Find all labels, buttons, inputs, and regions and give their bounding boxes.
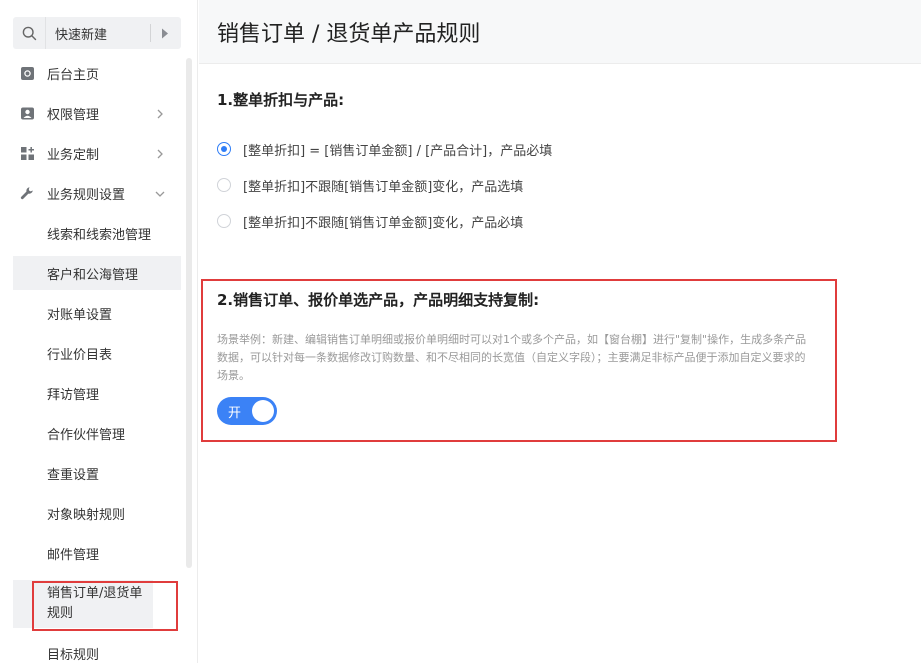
sidebar-item-customization[interactable]: 业务定制 [0, 136, 181, 170]
main-content: 销售订单 / 退货单产品规则 1.整单折扣与产品: [整单折扣] = [销售订单… [199, 0, 921, 663]
sidebar-scrollbar[interactable] [186, 58, 192, 568]
sidebar-sub-item-visits[interactable]: 拜访管理 [13, 376, 181, 410]
sidebar-item-permissions[interactable]: 权限管理 [0, 96, 181, 130]
option-label: [整单折扣] = [销售订单金额] / [产品合计]，产品必填 [243, 143, 553, 159]
radio-button-checked[interactable] [217, 142, 231, 156]
quick-create-bar: 快速新建 [13, 17, 181, 49]
quick-create-button[interactable]: 快速新建 [46, 24, 150, 43]
play-arrow-icon[interactable] [159, 17, 171, 49]
radio-button[interactable] [217, 178, 231, 192]
user-card-icon [20, 106, 35, 121]
page-title: 销售订单 / 退货单产品规则 [217, 21, 481, 47]
highlight-box-sidebar [32, 581, 178, 631]
discount-option-1[interactable]: [整单折扣] = [销售订单金额] / [产品合计]，产品必填 [217, 139, 552, 159]
discount-option-3[interactable]: [整单折扣]不跟随[销售订单金额]变化，产品必填 [217, 211, 523, 231]
toggle-knob [252, 400, 274, 422]
chevron-right-icon [155, 148, 165, 159]
sidebar-item-home[interactable]: 后台主页 [0, 56, 181, 90]
radio-button[interactable] [217, 214, 231, 228]
sidebar-sub-item-object-mapping[interactable]: 对象映射规则 [13, 496, 181, 530]
divider [150, 24, 151, 42]
sidebar: 快速新建 后台主页 权限管理 业务定制 业务规则设置 线索和线索池管理 客户和公… [0, 0, 198, 663]
sidebar-item-label: 权限管理 [47, 107, 100, 123]
page-header: 销售订单 / 退货单产品规则 [199, 0, 921, 64]
toggle-label: 开 [228, 405, 242, 421]
sidebar-sub-item-price-list[interactable]: 行业价目表 [13, 336, 181, 370]
home-icon [20, 66, 35, 81]
chevron-right-icon [155, 108, 165, 119]
copy-product-toggle[interactable]: 开 [217, 397, 277, 425]
grid-plus-icon [20, 146, 35, 161]
sidebar-item-label: 业务规则设置 [47, 187, 126, 203]
option-label: [整单折扣]不跟随[销售订单金额]变化，产品选填 [243, 179, 524, 195]
sidebar-item-business-rules[interactable]: 业务规则设置 [0, 176, 181, 210]
option-label: [整单折扣]不跟随[销售订单金额]变化，产品必填 [243, 215, 524, 231]
sidebar-sub-item-statements[interactable]: 对账单设置 [13, 296, 181, 330]
sidebar-sub-item-dedup[interactable]: 查重设置 [13, 456, 181, 490]
sidebar-item-label: 业务定制 [47, 147, 100, 163]
chevron-down-icon [155, 188, 165, 198]
sidebar-sub-item-email[interactable]: 邮件管理 [13, 536, 181, 570]
sidebar-sub-item-target-rules[interactable]: 目标规则 [13, 636, 181, 663]
discount-option-2[interactable]: [整单折扣]不跟随[销售订单金额]变化，产品选填 [217, 175, 523, 195]
wrench-icon [20, 186, 35, 201]
sidebar-sub-item-customers[interactable]: 客户和公海管理 [13, 256, 181, 290]
section2-description: 场景举例：新建、编辑销售订单明细或报价单明细时可以对1个或多个产品，如【窗台棚】… [217, 333, 807, 382]
section2-title: 2.销售订单、报价单选产品，产品明细支持复制: [217, 291, 540, 309]
section1-title: 1.整单折扣与产品: [217, 91, 345, 109]
sidebar-sub-item-leads[interactable]: 线索和线索池管理 [13, 216, 181, 250]
sidebar-sub-item-partners[interactable]: 合作伙伴管理 [13, 416, 181, 450]
sidebar-item-label: 后台主页 [47, 67, 100, 83]
search-icon[interactable] [13, 17, 46, 49]
